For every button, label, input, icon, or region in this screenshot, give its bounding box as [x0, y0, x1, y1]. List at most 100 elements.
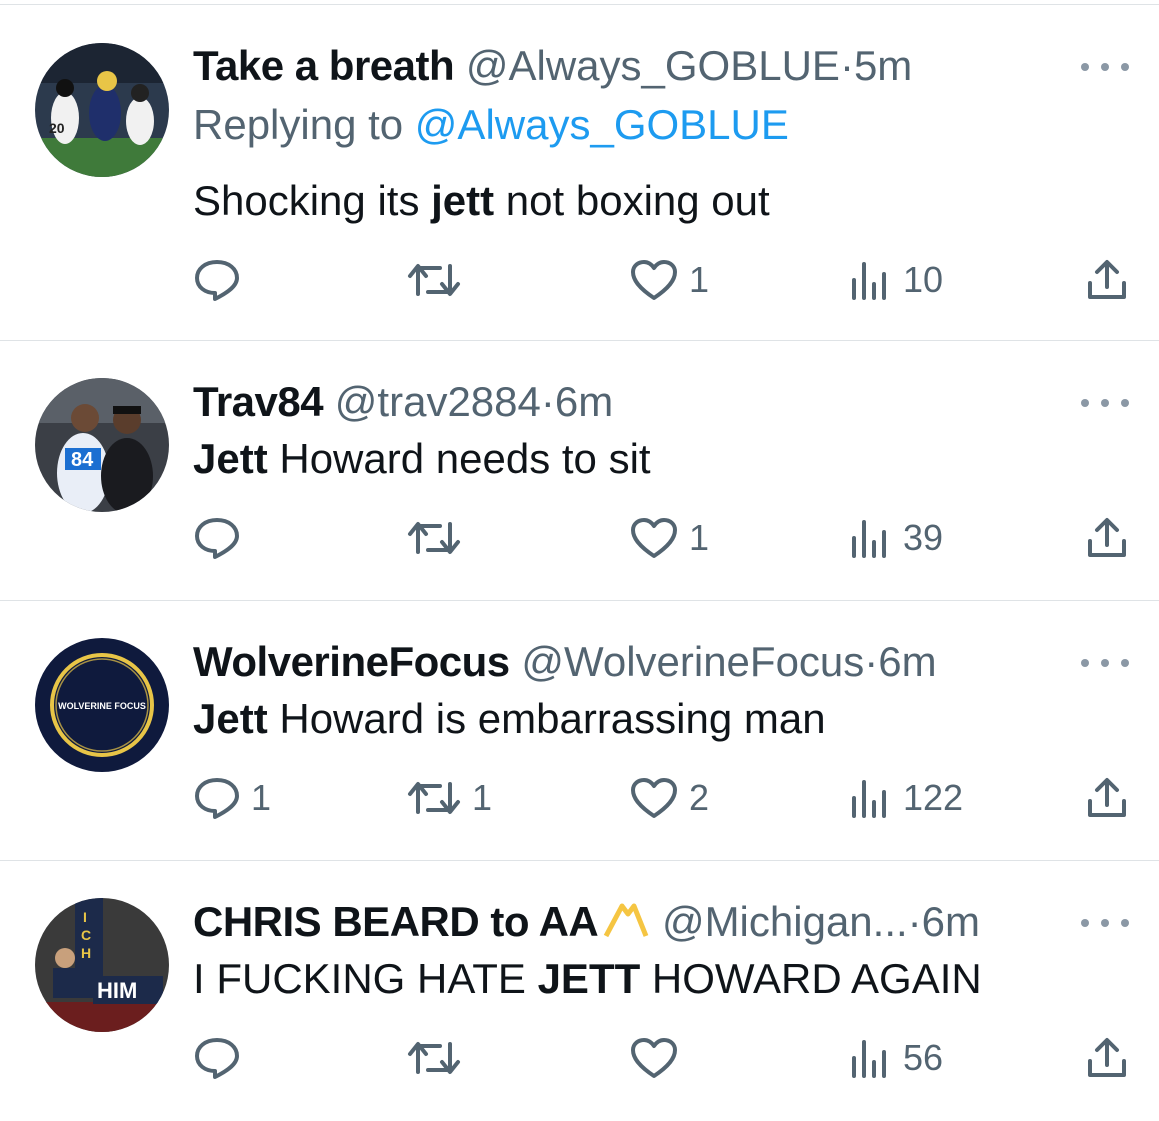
retweet-button[interactable]: [406, 255, 462, 305]
replying-to: Replying to @Always_GOBLUE: [193, 99, 789, 151]
views-count: 122: [903, 777, 964, 818]
share-button[interactable]: [1085, 773, 1129, 823]
action-bar: 1 39: [193, 513, 1129, 563]
separator-dot: ·: [839, 42, 854, 89]
views-icon: [852, 262, 886, 300]
avatar[interactable]: WOLVERINE FOCUS: [35, 638, 169, 772]
user-handle[interactable]: @trav2884: [335, 378, 541, 425]
user-handle[interactable]: @WolverineFocus: [521, 638, 864, 685]
tweet-text-part: I FUCKING HATE: [193, 955, 538, 1002]
tweet-header: Take a breath @Always_GOBLUE·5m: [193, 40, 1039, 92]
display-name[interactable]: WolverineFocus: [193, 638, 510, 685]
tweet-2[interactable]: 84 Trav84 @trav2884·6m Jett Howard needs…: [0, 341, 1159, 601]
retweet-icon: [408, 782, 460, 814]
like-icon: [631, 1038, 677, 1078]
share-icon: [1088, 260, 1126, 299]
tweet-1[interactable]: 20 Take a breath @Always_GOBLUE·5m Reply…: [0, 5, 1159, 341]
tweet-header: WolverineFocus @WolverineFocus·6m: [193, 636, 1039, 688]
reply-button[interactable]: 1: [193, 773, 271, 823]
tweet-text-part: Howard is embarrassing man: [267, 695, 826, 742]
more-icon[interactable]: [1081, 653, 1129, 673]
like-button[interactable]: 1: [629, 255, 709, 305]
retweet-count: 1: [472, 777, 493, 818]
share-icon: [1088, 1038, 1126, 1077]
like-count: 1: [689, 517, 710, 558]
more-icon[interactable]: [1081, 913, 1129, 933]
avatar[interactable]: 84: [35, 378, 169, 512]
tweet-header: Trav84 @trav2884·6m: [193, 376, 1039, 428]
user-handle[interactable]: @Michigan...: [662, 898, 908, 945]
share-icon: [1088, 778, 1126, 817]
reply-button[interactable]: [193, 1033, 241, 1083]
action-bar: 1 1 2 122: [193, 773, 1129, 823]
views-icon: [852, 1040, 886, 1078]
tweet-3[interactable]: WOLVERINE FOCUS WolverineFocus @Wolverin…: [0, 601, 1159, 861]
tweet-text-part: not boxing out: [494, 177, 770, 224]
tweet-text-part: Howard needs to sit: [267, 435, 651, 482]
action-bar: 56: [193, 1033, 1129, 1083]
tweet-header: CHRIS BEARD to AA @Michigan...·6m: [193, 896, 1039, 952]
retweet-button[interactable]: [406, 1033, 462, 1083]
views-button[interactable]: 10: [849, 255, 943, 305]
retweet-icon: [408, 264, 460, 296]
retweet-icon: [408, 522, 460, 554]
share-button[interactable]: [1085, 255, 1129, 305]
tweet-text-bold: Jett: [193, 435, 268, 482]
tweet-text: Jett Howard is embarrassing man: [193, 693, 826, 745]
reply-button[interactable]: [193, 513, 241, 563]
views-button[interactable]: 39: [849, 513, 943, 563]
tweet-text-part: Shocking its: [193, 177, 432, 224]
retweet-button[interactable]: [406, 513, 462, 563]
tweet-text-bold: jett: [431, 177, 495, 224]
views-count: 39: [903, 517, 944, 558]
tweet-text: Jett Howard needs to sit: [193, 433, 651, 485]
timestamp[interactable]: 6m: [878, 638, 936, 685]
retweet-button[interactable]: 1: [406, 773, 492, 823]
display-name[interactable]: CHRIS BEARD to AA: [193, 898, 599, 945]
like-count: 2: [689, 777, 710, 818]
reply-icon: [195, 518, 239, 559]
like-icon: [631, 778, 677, 818]
svg-text:H: H: [81, 945, 91, 961]
tweet-4[interactable]: I C H HIM CHRIS BEARD to AA @Michigan...…: [0, 861, 1159, 1121]
like-button[interactable]: 1: [629, 513, 709, 563]
timestamp[interactable]: 5m: [854, 42, 912, 89]
views-button[interactable]: 122: [849, 773, 963, 823]
football-player-photo-icon: 20: [35, 43, 169, 177]
like-button[interactable]: 2: [629, 773, 709, 823]
share-button[interactable]: [1085, 513, 1129, 563]
like-icon: [631, 518, 677, 558]
folded-hands-emoji-icon: [602, 900, 650, 952]
display-name[interactable]: Trav84: [193, 378, 324, 425]
reply-icon: [195, 778, 239, 819]
timestamp[interactable]: 6m: [555, 378, 613, 425]
action-bar: 1 10: [193, 255, 1129, 305]
retweet-icon: [408, 1042, 460, 1074]
separator-dot: ·: [864, 638, 879, 685]
tweet-text-bold: JETT: [537, 955, 641, 1002]
him-sign-text: HIM: [97, 978, 137, 1003]
like-icon: [631, 260, 677, 300]
him-sign-photo-icon: I C H HIM: [35, 898, 169, 1032]
more-icon[interactable]: [1081, 393, 1129, 413]
display-name[interactable]: Take a breath: [193, 42, 455, 89]
replying-handle-link[interactable]: @Always_GOBLUE: [415, 101, 789, 148]
like-count: 1: [689, 259, 710, 300]
views-button[interactable]: 56: [849, 1033, 943, 1083]
more-icon[interactable]: [1081, 57, 1129, 77]
reply-button[interactable]: [193, 255, 241, 305]
like-button[interactable]: [629, 1033, 679, 1083]
views-icon: [852, 520, 886, 558]
replying-label: Replying to: [193, 101, 415, 148]
tweet-text-bold: Jett: [193, 695, 268, 742]
tweet-text: I FUCKING HATE JETT HOWARD AGAIN: [193, 953, 982, 1005]
avatar[interactable]: 20: [35, 43, 169, 177]
user-handle[interactable]: @Always_GOBLUE: [466, 42, 840, 89]
avatar[interactable]: I C H HIM: [35, 898, 169, 1032]
timestamp[interactable]: 6m: [922, 898, 980, 945]
svg-text:20: 20: [49, 120, 65, 136]
share-button[interactable]: [1085, 1033, 1129, 1083]
wolverine-focus-logo-icon: WOLVERINE FOCUS: [35, 638, 169, 772]
views-count: 10: [903, 259, 944, 300]
views-icon: [852, 780, 886, 818]
